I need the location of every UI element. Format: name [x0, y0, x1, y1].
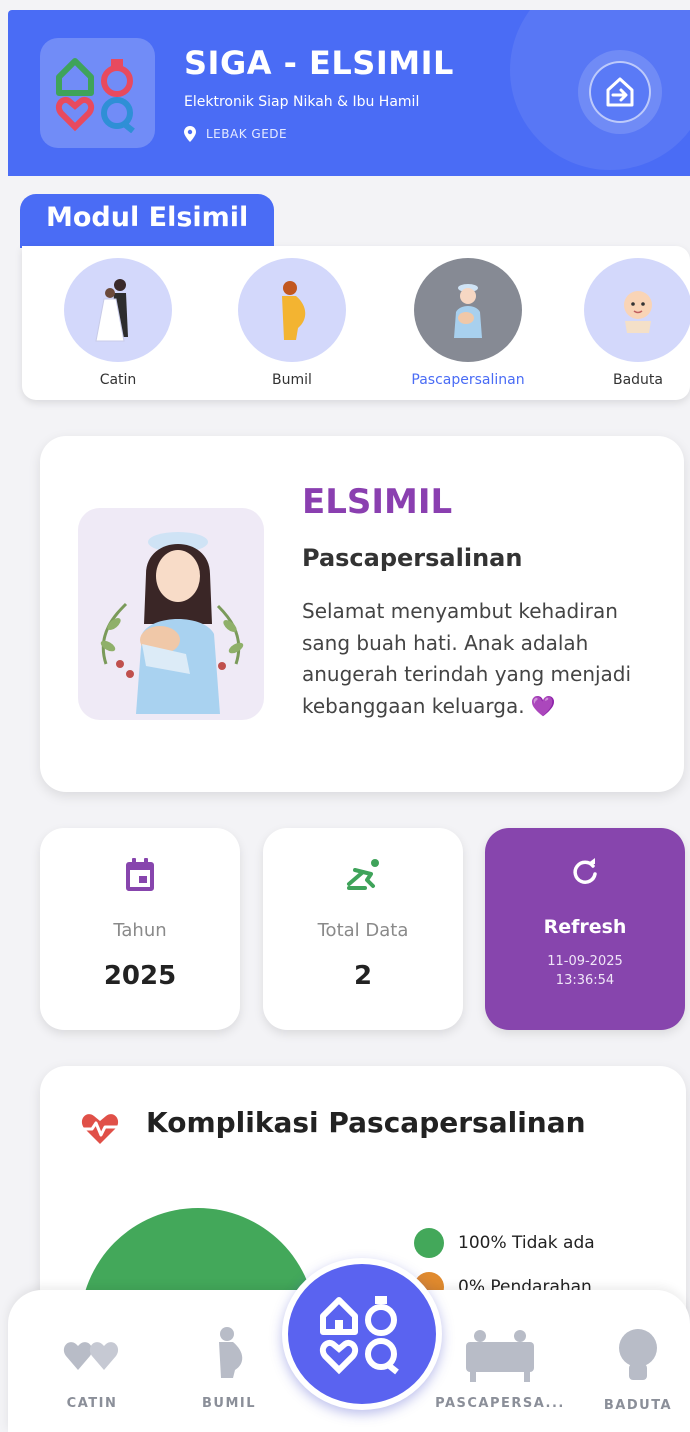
- nav-item-catin[interactable]: CATIN: [52, 1326, 132, 1411]
- mother-baby-illustration: [78, 508, 264, 720]
- home-exit-icon: [606, 77, 634, 107]
- app-title: SIGA - ELSIMIL: [184, 44, 454, 82]
- modul-item-pascapersalinan[interactable]: Pascapersalinan: [408, 258, 528, 388]
- wedding-couple-icon: [64, 258, 172, 362]
- refresh-icon: [573, 858, 597, 884]
- location-pin-icon: [184, 126, 196, 142]
- komplikasi-title: Komplikasi Pascapersalinan: [146, 1106, 586, 1139]
- nav-item-pascapersalinan[interactable]: PASCAPERSA...: [430, 1326, 570, 1411]
- location-row: LEBAK GEDE: [184, 126, 287, 142]
- modul-label-bumil: Bumil: [272, 372, 312, 388]
- pregnant-silhouette-icon: [219, 1327, 243, 1378]
- refresh-time: 13:36:54: [555, 973, 615, 988]
- total-data-card[interactable]: Total Data 2: [263, 828, 463, 1030]
- nav-label-baduta: BADUTA: [603, 1398, 673, 1413]
- logout-button[interactable]: [578, 50, 662, 134]
- legend-item-tidak-ada: 100% Tidak ada: [414, 1228, 595, 1258]
- app-logo: [40, 38, 155, 148]
- app-subtitle: Elektronik Siap Nikah & Ibu Hamil: [184, 94, 420, 110]
- info-card: ELSIMIL Pascapersalinan Selamat menyambu…: [40, 436, 684, 792]
- nav-label-pascapersalinan: PASCAPERSA...: [435, 1396, 565, 1411]
- modul-item-bumil[interactable]: Bumil: [232, 258, 352, 388]
- siga-logo-icon: [319, 1296, 399, 1375]
- family-scene-icon: [466, 1330, 534, 1382]
- couple-hearts-icon: [63, 1342, 119, 1370]
- hero-description: Selamat menyambut kehadiran sang buah ha…: [302, 599, 632, 718]
- heartbeat-icon: [81, 1114, 119, 1144]
- modul-section-title: Modul Elsimil: [20, 194, 274, 248]
- location-text: LEBAK GEDE: [206, 127, 288, 141]
- legend-dot-tidak-ada: [414, 1228, 444, 1258]
- legend-label-tidak-ada: 100% Tidak ada: [458, 1233, 595, 1253]
- total-data-label: Total Data: [317, 920, 409, 941]
- pregnant-woman-icon: [238, 258, 346, 362]
- modul-item-baduta[interactable]: Baduta: [578, 258, 690, 388]
- year-card[interactable]: Tahun 2025: [40, 828, 240, 1030]
- modul-item-catin[interactable]: Catin: [58, 258, 178, 388]
- app-header: SIGA - ELSIMIL Elektronik Siap Nikah & I…: [8, 10, 690, 176]
- nav-label-catin: CATIN: [66, 1396, 118, 1411]
- modul-label-pascapersalinan: Pascapersalinan: [411, 372, 525, 388]
- calendar-icon: [126, 858, 154, 891]
- nav-item-bumil[interactable]: BUMIL: [184, 1326, 274, 1411]
- breastfeeding-icon: [347, 859, 379, 890]
- modul-label-baduta: Baduta: [612, 372, 663, 388]
- hero-title: ELSIMIL: [302, 482, 453, 522]
- modul-selector: Catin Bumil Pascapersalinan Baduta: [22, 246, 690, 400]
- hero-subtitle: Pascapersalinan: [302, 544, 523, 572]
- refresh-date: 11-09-2025: [547, 954, 623, 969]
- refresh-label: Refresh: [543, 916, 627, 938]
- home-fab-button[interactable]: [282, 1258, 442, 1410]
- siga-logo-icon: [55, 58, 135, 133]
- nav-item-baduta[interactable]: BADUTA: [596, 1326, 680, 1413]
- total-data-value: 2: [353, 961, 373, 991]
- refresh-card[interactable]: Refresh 11-09-2025 13:36:54: [485, 828, 685, 1030]
- child-head-icon: [619, 1329, 657, 1380]
- year-label: Tahun: [113, 920, 167, 941]
- baby-face-icon: [584, 258, 690, 362]
- mother-baby-icon: [414, 258, 522, 362]
- year-value: 2025: [103, 961, 177, 991]
- modul-label-catin: Catin: [99, 372, 137, 388]
- nav-label-bumil: BUMIL: [201, 1396, 257, 1411]
